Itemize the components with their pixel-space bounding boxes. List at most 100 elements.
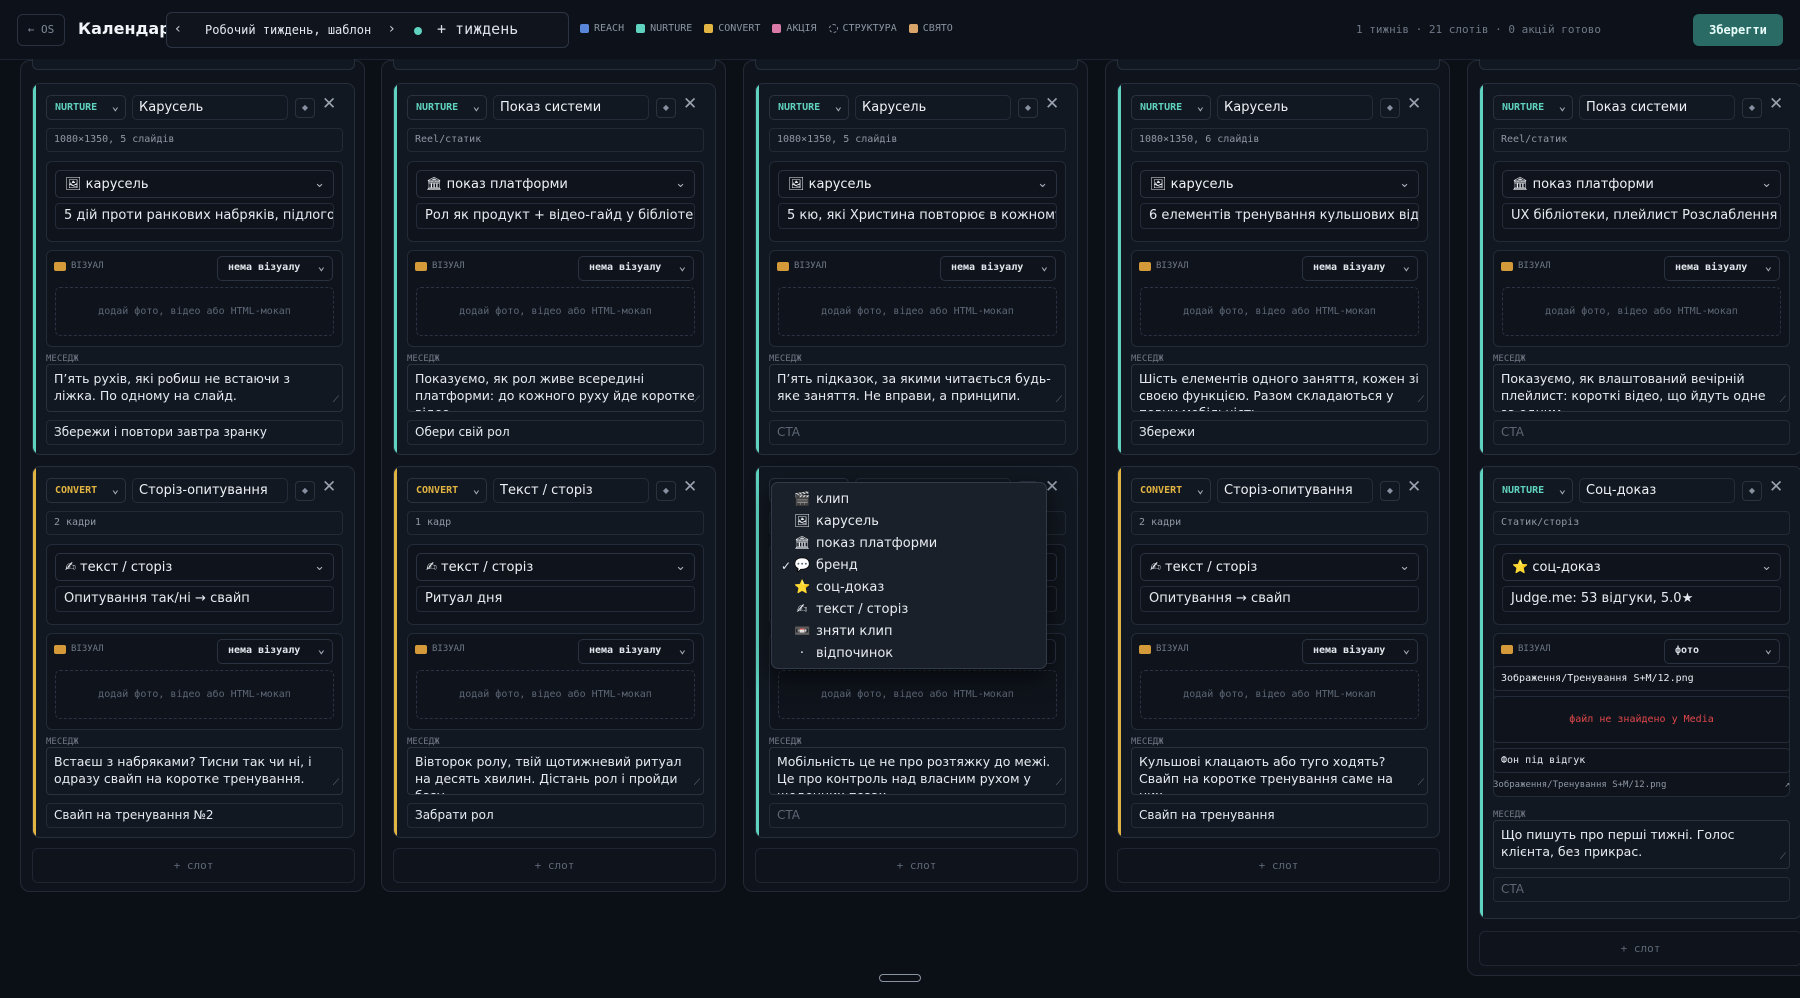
cta-input[interactable]: Обери свій рол bbox=[407, 420, 704, 445]
visual-select[interactable]: нема візуалу ⌄ bbox=[1302, 639, 1418, 664]
visual-select[interactable]: нема візуалу ⌄ bbox=[217, 639, 333, 664]
card-title-input[interactable]: Показ системи bbox=[493, 95, 649, 120]
format-meta-input[interactable]: 1080×1350, 5 слайдів bbox=[769, 128, 1066, 152]
dropdown-option[interactable]: 🖼 карусель bbox=[772, 511, 1046, 533]
media-path-link[interactable]: Зображення/Тренування S+M/12.png ↗ bbox=[1493, 780, 1790, 790]
format-meta-input[interactable]: 2 кадри bbox=[1131, 511, 1428, 535]
add-week-button[interactable]: + тиждень bbox=[437, 20, 518, 38]
format-select[interactable]: 🖼 карусель ⌄ bbox=[1140, 170, 1419, 198]
close-icon[interactable]: ✕ bbox=[322, 477, 336, 497]
save-button[interactable]: Зберегти bbox=[1693, 14, 1783, 46]
card-title-input[interactable]: Карусель bbox=[855, 95, 1011, 120]
cta-input[interactable]: Забрати рол bbox=[407, 803, 704, 828]
cta-input[interactable]: CTA bbox=[1493, 877, 1790, 902]
message-textarea[interactable]: Показуємо, як влаштований вечірній плейл… bbox=[1493, 364, 1790, 412]
drag-handle-icon[interactable]: ◆ bbox=[1380, 98, 1400, 118]
idea-input[interactable]: Ритуал дня bbox=[416, 586, 695, 612]
prev-week-button[interactable]: ‹ bbox=[175, 21, 181, 37]
idea-input[interactable]: Опитування так/ні → свайп bbox=[55, 586, 334, 612]
add-slot-button[interactable]: + слот bbox=[1479, 931, 1800, 966]
drag-handle-icon[interactable]: ◆ bbox=[656, 481, 676, 501]
cta-input[interactable]: CTA bbox=[769, 420, 1066, 445]
format-meta-input[interactable]: Reel/статик bbox=[1493, 128, 1790, 152]
format-select[interactable]: ✍ текст / сторіз ⌄ bbox=[55, 553, 334, 581]
close-icon[interactable]: ✕ bbox=[322, 94, 336, 114]
resize-grip-icon[interactable]: ⟋ bbox=[1056, 392, 1062, 409]
resize-grip-icon[interactable]: ⟋ bbox=[694, 392, 700, 409]
media-dropzone[interactable]: додай фото, відео або HTML-мокап bbox=[55, 287, 334, 336]
drag-handle-icon[interactable]: ◆ bbox=[656, 98, 676, 118]
cta-input[interactable]: CTA bbox=[1493, 420, 1790, 445]
add-slot-button[interactable]: + слот bbox=[32, 848, 355, 883]
dropdown-option[interactable]: ✍ текст / сторіз bbox=[772, 599, 1046, 621]
message-textarea[interactable]: П’ять рухів, які робиш не встаючи з ліжк… bbox=[46, 364, 343, 412]
message-textarea[interactable]: Вівторок ролу, твій щотижневий ритуал на… bbox=[407, 747, 704, 795]
idea-input[interactable]: UX бібліотеки, плейлист Розслаблення bbox=[1502, 203, 1781, 229]
format-meta-input[interactable]: 2 кадри bbox=[46, 511, 343, 535]
format-meta-input[interactable]: 1080×1350, 6 слайдів bbox=[1131, 128, 1428, 152]
cta-input[interactable]: Збережи bbox=[1131, 420, 1428, 445]
cta-input[interactable]: Свайп на тренування №2 bbox=[46, 803, 343, 828]
type-select[interactable]: NURTURE ⌄ bbox=[1493, 478, 1573, 503]
cta-input[interactable]: Свайп на тренування bbox=[1131, 803, 1428, 828]
resize-grip-icon[interactable]: ⟋ bbox=[1780, 849, 1786, 866]
media-alt-input[interactable]: Фон під відгук bbox=[1493, 748, 1790, 773]
next-week-button[interactable]: › bbox=[389, 21, 395, 37]
media-dropzone[interactable]: додай фото, відео або HTML-мокап bbox=[1140, 287, 1419, 336]
drag-handle-icon[interactable]: ◆ bbox=[1018, 98, 1038, 118]
resize-grip-icon[interactable]: ⟋ bbox=[1418, 392, 1424, 409]
horizontal-scroll-handle[interactable] bbox=[879, 974, 921, 982]
format-select[interactable]: ⭐ соц-доказ ⌄ bbox=[1502, 553, 1781, 581]
message-textarea[interactable]: Шість елементів одного заняття, кожен зі… bbox=[1131, 364, 1428, 412]
card-title-input[interactable]: Карусель bbox=[132, 95, 288, 120]
media-dropzone[interactable]: додай фото, відео або HTML-мокап bbox=[1140, 670, 1419, 719]
back-to-os-button[interactable]: ← OS bbox=[17, 14, 65, 46]
type-select[interactable]: NURTURE ⌄ bbox=[769, 95, 849, 120]
message-textarea[interactable]: П’ять підказок, за якими читається будь-… bbox=[769, 364, 1066, 412]
close-icon[interactable]: ✕ bbox=[683, 94, 697, 114]
message-textarea[interactable]: Кульшові клацають або туго ходять? Свайп… bbox=[1131, 747, 1428, 795]
close-icon[interactable]: ✕ bbox=[1769, 94, 1783, 114]
message-textarea[interactable]: Мобільність це не про розтяжку до межі. … bbox=[769, 747, 1066, 795]
drag-handle-icon[interactable]: ◆ bbox=[295, 98, 315, 118]
drag-handle-icon[interactable]: ◆ bbox=[295, 481, 315, 501]
drag-handle-icon[interactable]: ◆ bbox=[1742, 98, 1762, 118]
resize-grip-icon[interactable]: ⟋ bbox=[1056, 775, 1062, 792]
resize-grip-icon[interactable]: ⟋ bbox=[333, 392, 339, 409]
dropdown-option[interactable]: ✓ 💬 бренд bbox=[772, 555, 1046, 577]
card-title-input[interactable]: Текст / сторіз bbox=[493, 478, 649, 503]
format-meta-input[interactable]: Reel/статик bbox=[407, 128, 704, 152]
format-meta-input[interactable]: 1 кадр bbox=[407, 511, 704, 535]
card-title-input[interactable]: Карусель bbox=[1217, 95, 1373, 120]
drag-handle-icon[interactable]: ◆ bbox=[1380, 481, 1400, 501]
close-icon[interactable]: ✕ bbox=[1407, 477, 1421, 497]
type-select[interactable]: NURTURE ⌄ bbox=[1131, 95, 1211, 120]
close-icon[interactable]: ✕ bbox=[1407, 94, 1421, 114]
visual-select[interactable]: нема візуалу ⌄ bbox=[578, 639, 694, 664]
type-select[interactable]: CONVERT ⌄ bbox=[46, 478, 126, 503]
card-title-input[interactable]: Соц-доказ bbox=[1579, 478, 1735, 503]
card-title-input[interactable]: Показ системи bbox=[1579, 95, 1735, 120]
type-select[interactable]: NURTURE ⌄ bbox=[46, 95, 126, 120]
add-slot-button[interactable]: + слот bbox=[1117, 848, 1440, 883]
card-title-input[interactable]: Сторіз-опитування bbox=[132, 478, 288, 503]
cta-input[interactable]: CTA bbox=[769, 803, 1066, 828]
week-selector[interactable]: ‹ Робочий тиждень, шаблон › + тиждень bbox=[166, 12, 569, 48]
resize-grip-icon[interactable]: ⟋ bbox=[694, 775, 700, 792]
idea-input[interactable]: Judge.me: 53 відгуки, 5.0★ bbox=[1502, 586, 1781, 612]
visual-select[interactable]: нема візуалу ⌄ bbox=[217, 256, 333, 281]
resize-grip-icon[interactable]: ⟋ bbox=[1418, 775, 1424, 792]
media-dropzone[interactable]: додай фото, відео або HTML-мокап bbox=[1502, 287, 1781, 336]
type-select[interactable]: CONVERT ⌄ bbox=[407, 478, 487, 503]
close-icon[interactable]: ✕ bbox=[1045, 94, 1059, 114]
message-textarea[interactable]: Встаєш з набряками? Тисни так чи ні, і о… bbox=[46, 747, 343, 795]
idea-input[interactable]: 5 дій проти ранкових набряків, підлогови… bbox=[55, 203, 334, 229]
dropdown-option[interactable]: 🏛 показ платформи bbox=[772, 533, 1046, 555]
media-path-input[interactable]: Зображення/Тренування S+M/12.png bbox=[1493, 666, 1790, 691]
cta-input[interactable]: Збережи і повтори завтра зранку bbox=[46, 420, 343, 445]
media-dropzone[interactable]: додай фото, відео або HTML-мокап bbox=[55, 670, 334, 719]
message-textarea[interactable]: Що пишуть про перші тижні. Голос клієнта… bbox=[1493, 820, 1790, 869]
visual-select[interactable]: нема візуалу ⌄ bbox=[578, 256, 694, 281]
resize-grip-icon[interactable]: ⟋ bbox=[1780, 392, 1786, 409]
message-textarea[interactable]: Показуємо, як рол живе всередині платфор… bbox=[407, 364, 704, 412]
